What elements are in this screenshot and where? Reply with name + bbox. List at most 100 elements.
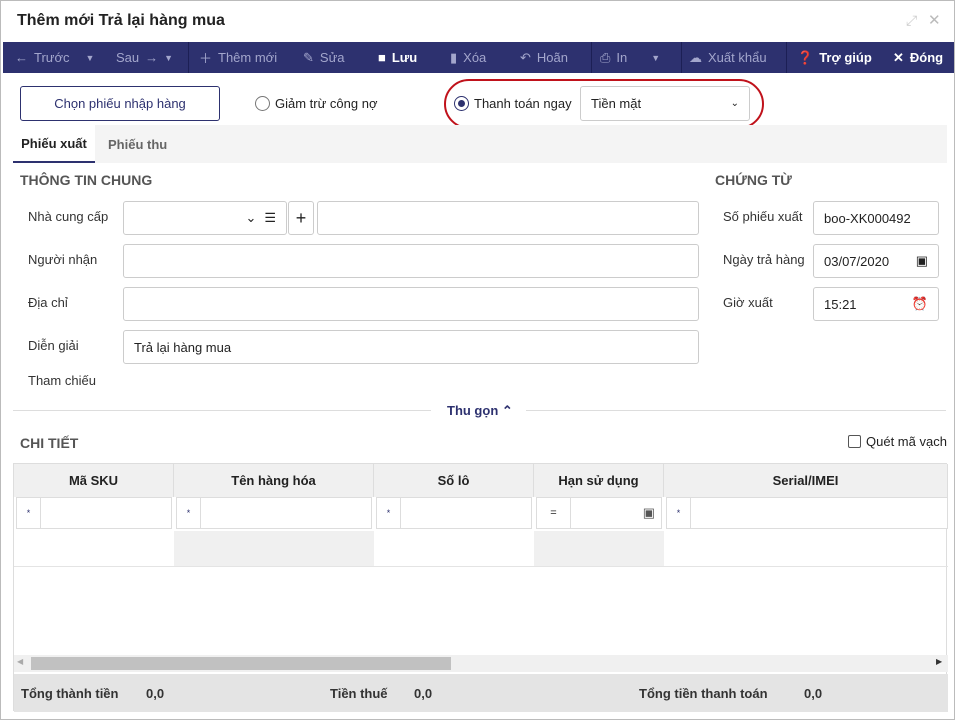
tab-phieu-thu[interactable]: Phiếu thu: [108, 125, 167, 163]
filter-sku[interactable]: *: [16, 497, 172, 529]
maximize-icon[interactable]: ⤢: [906, 12, 917, 29]
description-label: Diễn giải: [28, 338, 79, 353]
help-label: Trợ giúp: [819, 50, 872, 65]
payment-method-value: Tiền mặt: [591, 96, 642, 111]
row-divider: [14, 566, 948, 567]
address-label: Địa chỉ: [28, 295, 68, 310]
tab-bar: Phiếu xuất Phiếu thu: [13, 125, 947, 163]
tax-label: Tiền thuế: [330, 686, 388, 701]
general-heading: THÔNG TIN CHUNG: [20, 172, 153, 188]
scroll-left-icon[interactable]: ◀: [17, 657, 23, 666]
description-input[interactable]: Trả lại hàng mua: [123, 330, 699, 364]
filter-lot[interactable]: *: [376, 497, 532, 529]
save-label: Lưu: [391, 50, 418, 65]
grid-cell: [534, 531, 664, 566]
delete-button[interactable]: ▮ Xóa: [450, 42, 486, 73]
add-button[interactable]: ＋ Thêm mới: [199, 42, 277, 73]
time-value: 15:21: [824, 296, 857, 312]
chevron-down-icon: ⌄: [245, 210, 257, 225]
printer-icon: ⎙: [600, 49, 611, 65]
save-button[interactable]: ■ Lưu: [378, 42, 417, 73]
detail-grid: Mã SKU Tên hàng hóa Số lô Hạn sử dụng Se…: [13, 463, 948, 712]
return-date-value: 03/07/2020: [824, 253, 890, 269]
help-button[interactable]: ❓ Trợ giúp: [797, 42, 872, 73]
choose-receipt-button[interactable]: Chọn phiếu nhập hàng: [20, 86, 220, 121]
add-supplier-button[interactable]: +: [288, 201, 314, 235]
help-icon: ❓: [797, 49, 814, 65]
collapse-toggle[interactable]: Thu gọn ⌃: [447, 403, 513, 419]
search-list-icon[interactable]: ☰: [264, 210, 276, 226]
alarm-clock-icon[interactable]: ⏰: [912, 296, 928, 312]
filter-product-name[interactable]: *: [176, 497, 372, 529]
pencil-icon: ✎: [303, 49, 314, 65]
edit-button[interactable]: ✎ Sửa: [303, 42, 345, 73]
next-button[interactable]: Sau → ▼: [116, 42, 173, 73]
filter-operator[interactable]: *: [667, 498, 691, 528]
address-input[interactable]: [123, 287, 699, 321]
payment-method-select[interactable]: Tiền mặt ⌄: [580, 86, 750, 121]
totals-bar: Tổng thành tiền 0,0 Tiền thuế 0,0 Tổng t…: [14, 674, 948, 712]
export-button[interactable]: ☁ Xuất khẩu: [689, 42, 767, 73]
scroll-right-icon[interactable]: ▶: [936, 657, 942, 666]
debt-radio[interactable]: Giảm trừ công nợ: [255, 96, 377, 111]
grid-cell: [174, 531, 374, 566]
time-label: Giờ xuất: [723, 295, 773, 310]
filter-operator[interactable]: *: [377, 498, 401, 528]
radio-icon: [255, 96, 270, 111]
add-label: Thêm mới: [218, 50, 278, 65]
arrow-right-icon: →: [145, 50, 159, 65]
calendar-icon[interactable]: ▣: [916, 253, 928, 269]
plus-icon: +: [295, 207, 307, 228]
voucher-number-input[interactable]: boo-XK000492: [813, 201, 939, 235]
filter-operator[interactable]: *: [177, 498, 201, 528]
next-label: Sau: [116, 50, 140, 65]
divider: [591, 42, 592, 73]
scrollbar-thumb[interactable]: [31, 657, 451, 670]
divider: [13, 410, 431, 411]
divider: [681, 42, 682, 73]
print-button[interactable]: ⎙ In ▼: [600, 42, 660, 73]
supplier-select[interactable]: ⌄ ☰: [123, 201, 287, 235]
close-button[interactable]: ✕ Đóng: [893, 42, 943, 73]
close-label: Đóng: [909, 50, 944, 65]
reference-label: Tham chiếu: [28, 373, 96, 388]
return-date-input[interactable]: 03/07/2020 ▣: [813, 244, 939, 278]
receiver-label: Người nhận: [28, 252, 98, 267]
cloud-download-icon: ☁: [689, 49, 702, 65]
divider: [188, 42, 189, 73]
plus-icon: ＋: [199, 51, 213, 66]
total-label: Tổng tiền thanh toán: [639, 686, 768, 701]
radio-checked-icon: [454, 96, 469, 111]
filter-expiry[interactable]: = ▣: [536, 497, 662, 529]
subtotal-value: 0,0: [146, 686, 165, 701]
tab-phieu-xuat[interactable]: Phiếu xuất: [13, 125, 95, 163]
voucher-number-label: Số phiếu xuất: [723, 209, 803, 224]
subtotal-label: Tổng thành tiền: [21, 686, 119, 701]
barcode-label: Quét mã vạch: [866, 434, 947, 449]
barcode-checkbox[interactable]: Quét mã vạch: [848, 434, 947, 449]
divider: [526, 410, 946, 411]
arrow-left-icon: ←: [15, 50, 28, 65]
filter-serial[interactable]: *: [666, 497, 948, 529]
prev-button[interactable]: ← Trước ▼: [15, 42, 94, 73]
checkbox-icon: [848, 435, 861, 448]
calendar-icon[interactable]: ▣: [643, 505, 661, 521]
column-header-serial[interactable]: Serial/IMEI: [664, 464, 948, 497]
receiver-input[interactable]: [123, 244, 699, 278]
column-header-product-name[interactable]: Tên hàng hóa: [174, 464, 374, 497]
filter-operator[interactable]: =: [537, 498, 571, 528]
voucher-heading: CHỨNG TỪ: [715, 172, 792, 188]
pay-now-radio[interactable]: Thanh toán ngay: [454, 96, 572, 111]
detail-heading: CHI TIẾT: [20, 435, 79, 451]
close-icon[interactable]: ✕: [928, 11, 941, 29]
time-input[interactable]: 15:21 ⏰: [813, 287, 939, 321]
filter-operator[interactable]: *: [17, 498, 41, 528]
column-header-lot[interactable]: Số lô: [374, 464, 534, 497]
column-header-expiry[interactable]: Hạn sử dụng: [534, 464, 664, 497]
undo-icon: ↶: [520, 49, 531, 65]
horizontal-scrollbar[interactable]: ◀ ▶: [14, 655, 948, 672]
chevron-up-icon: ⌃: [501, 403, 513, 418]
supplier-name-input[interactable]: [317, 201, 699, 235]
defer-button[interactable]: ↶ Hoãn: [520, 42, 568, 73]
column-header-sku[interactable]: Mã SKU: [14, 464, 174, 497]
